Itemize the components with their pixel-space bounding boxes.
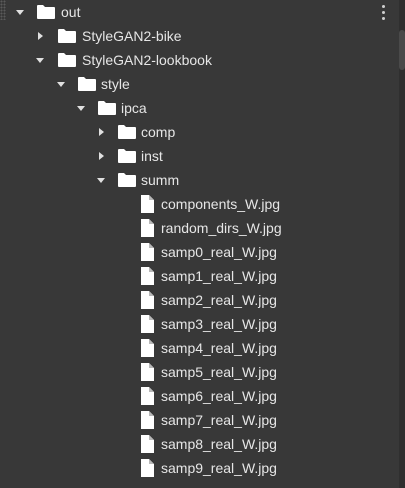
tree-label: comp — [141, 124, 176, 140]
tree-label: samp7_real_W.jpg — [161, 412, 277, 428]
file-icon — [137, 338, 157, 358]
file-icon — [137, 434, 157, 454]
tree-label: style — [101, 76, 130, 92]
caret-down-icon[interactable] — [95, 174, 107, 186]
tree-label: out — [61, 4, 81, 20]
tree-label: StyleGAN2-bike — [82, 28, 182, 44]
tree-row-file[interactable]: samp6_real_W.jpg — [0, 384, 397, 408]
tree-label: samp1_real_W.jpg — [161, 268, 277, 284]
tree-label: samp0_real_W.jpg — [161, 244, 277, 260]
tree-row-stylegan2-bike[interactable]: StyleGAN2-bike — [0, 24, 397, 48]
tree-row-style[interactable]: style — [0, 72, 397, 96]
tree-label: StyleGAN2-lookbook — [82, 52, 212, 68]
tree-label: samp2_real_W.jpg — [161, 292, 277, 308]
file-tree: out StyleGAN2-bike StyleGAN2-lookbook st… — [0, 0, 397, 488]
tree-row-file[interactable]: samp4_real_W.jpg — [0, 336, 397, 360]
tree-label: summ — [141, 172, 180, 188]
tree-row-file[interactable]: samp0_real_W.jpg — [0, 240, 397, 264]
file-icon — [137, 386, 157, 406]
folder-icon — [36, 2, 56, 22]
tree-row-stylegan2-lookbook[interactable]: StyleGAN2-lookbook — [0, 48, 397, 72]
caret-down-icon[interactable] — [14, 6, 26, 18]
tree-row-comp[interactable]: comp — [0, 120, 397, 144]
file-icon — [137, 314, 157, 334]
tree-label: samp9_real_W.jpg — [161, 460, 277, 476]
folder-icon — [117, 146, 137, 166]
tree-label: samp3_real_W.jpg — [161, 316, 277, 332]
scrollbar[interactable] — [399, 0, 405, 488]
folder-icon — [117, 170, 137, 190]
folder-icon — [57, 26, 77, 46]
tree-label: samp5_real_W.jpg — [161, 364, 277, 380]
tree-label: samp8_real_W.jpg — [161, 436, 277, 452]
tree-row-file[interactable]: samp8_real_W.jpg — [0, 432, 397, 456]
file-icon — [137, 266, 157, 286]
caret-right-icon[interactable] — [95, 150, 107, 162]
tree-row-file[interactable]: random_dirs_W.jpg — [0, 216, 397, 240]
more-options-icon[interactable] — [377, 3, 389, 21]
caret-right-icon[interactable] — [95, 126, 107, 138]
file-icon — [137, 218, 157, 238]
tree-row-file[interactable]: samp5_real_W.jpg — [0, 360, 397, 384]
caret-down-icon[interactable] — [34, 54, 46, 66]
tree-label: ipca — [121, 100, 147, 116]
tree-row-file[interactable]: samp7_real_W.jpg — [0, 408, 397, 432]
file-icon — [137, 242, 157, 262]
folder-icon — [77, 74, 97, 94]
tree-label: samp4_real_W.jpg — [161, 340, 277, 356]
tree-row-file[interactable]: components_W.jpg — [0, 192, 397, 216]
tree-row-out[interactable]: out — [0, 0, 397, 24]
tree-row-file[interactable]: samp2_real_W.jpg — [0, 288, 397, 312]
caret-right-icon[interactable] — [34, 30, 46, 42]
tree-row-ipca[interactable]: ipca — [0, 96, 397, 120]
drag-handle[interactable] — [0, 0, 6, 20]
tree-label: components_W.jpg — [161, 196, 281, 212]
tree-row-inst[interactable]: inst — [0, 144, 397, 168]
file-icon — [137, 362, 157, 382]
tree-row-summ[interactable]: summ — [0, 168, 397, 192]
scrollbar-thumb[interactable] — [399, 30, 405, 70]
tree-label: inst — [141, 148, 163, 164]
file-icon — [137, 410, 157, 430]
caret-down-icon[interactable] — [55, 78, 67, 90]
file-icon — [137, 194, 157, 214]
caret-down-icon[interactable] — [75, 102, 87, 114]
tree-row-file[interactable]: samp3_real_W.jpg — [0, 312, 397, 336]
file-icon — [137, 290, 157, 310]
folder-icon — [117, 122, 137, 142]
file-icon — [137, 458, 157, 478]
tree-row-file[interactable]: samp9_real_W.jpg — [0, 456, 397, 480]
tree-row-file[interactable]: samp1_real_W.jpg — [0, 264, 397, 288]
folder-icon — [57, 50, 77, 70]
tree-label: random_dirs_W.jpg — [161, 220, 282, 236]
tree-label: samp6_real_W.jpg — [161, 388, 277, 404]
folder-icon — [97, 98, 117, 118]
